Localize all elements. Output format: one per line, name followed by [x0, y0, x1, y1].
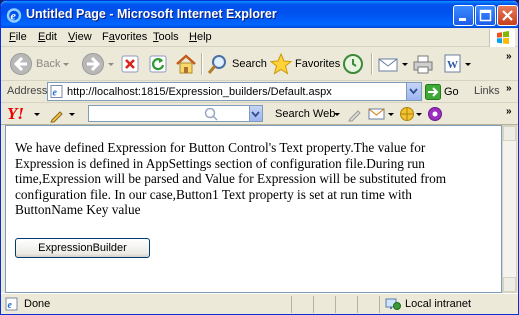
- svg-text:e: e: [53, 88, 58, 99]
- favorites-button[interactable]: Favorites: [270, 51, 340, 77]
- print-icon: [413, 55, 433, 74]
- menu-tools[interactable]: Tools: [153, 31, 179, 43]
- vertical-scrollbar[interactable]: [502, 125, 517, 293]
- pencil-menu-arrow[interactable]: [69, 113, 75, 116]
- refresh-icon: [149, 55, 167, 73]
- status-zone: Local intranet: [385, 297, 471, 311]
- minimize-button[interactable]: [453, 5, 474, 26]
- back-button[interactable]: Back: [9, 51, 70, 77]
- menu-view[interactable]: View: [68, 31, 92, 43]
- chevron-down-icon: [409, 88, 418, 95]
- print-button[interactable]: [412, 51, 434, 77]
- yahoo-toolbar: Y! Search Web »: [1, 103, 518, 125]
- ie-icon: e: [6, 8, 22, 23]
- pencil-icon[interactable]: [49, 107, 65, 123]
- status-done: e Done: [5, 297, 50, 311]
- windows-logo-icon: [489, 29, 515, 47]
- history-icon: [343, 54, 363, 74]
- go-arrow-icon: [425, 84, 441, 100]
- svg-text:W: W: [447, 59, 458, 71]
- close-button[interactable]: [497, 5, 518, 26]
- address-dropdown-button[interactable]: [406, 83, 421, 100]
- yahoo-search-dropdown[interactable]: [249, 106, 262, 121]
- refresh-button[interactable]: [149, 51, 167, 77]
- yahoo-mail-icon[interactable]: [368, 106, 386, 122]
- globe-arrow[interactable]: [416, 113, 422, 116]
- history-button[interactable]: [341, 51, 365, 77]
- yahoo-search-input[interactable]: [88, 105, 263, 122]
- window-title: Untitled Page - Microsoft Internet Explo…: [26, 7, 277, 21]
- globe-icon[interactable]: [399, 106, 415, 122]
- svg-text:e: e: [8, 300, 13, 311]
- scroll-up-button[interactable]: [503, 126, 516, 141]
- favorites-star-icon: [270, 53, 292, 75]
- browser-window: e Untitled Page - Microsoft Internet Exp…: [0, 0, 519, 315]
- menu-favorites[interactable]: Favorites: [102, 31, 147, 43]
- page-content: We have defined Expression for Button Co…: [5, 125, 502, 293]
- menu-bar: File Edit View Favorites Tools Help: [1, 28, 518, 47]
- svg-text:e: e: [11, 9, 17, 23]
- address-url: http://localhost:1815/Expression_builder…: [67, 86, 332, 98]
- status-cell: [357, 296, 379, 313]
- stop-button[interactable]: [121, 51, 139, 77]
- title-bar[interactable]: e Untitled Page - Microsoft Internet Exp…: [1, 1, 518, 28]
- maximize-icon: [479, 9, 492, 22]
- mail-icon: [378, 58, 398, 72]
- yahoo-logo[interactable]: Y!: [7, 104, 24, 124]
- search-web-button[interactable]: Search Web: [275, 108, 335, 120]
- home-button[interactable]: [175, 51, 197, 77]
- highlight-pencil-icon[interactable]: [347, 106, 363, 122]
- edit-button[interactable]: W: [444, 51, 471, 77]
- address-input[interactable]: e http://localhost:1815/Expression_build…: [47, 82, 422, 101]
- yahoo-toolbar-chevron[interactable]: »: [506, 106, 512, 117]
- status-cell: [313, 296, 335, 313]
- links-button[interactable]: Links: [474, 85, 500, 97]
- search-icon: [207, 55, 226, 74]
- yahoo-search-icon: [204, 107, 218, 121]
- address-label: Address: [7, 85, 48, 97]
- yahoo-mail-arrow[interactable]: [388, 113, 394, 116]
- page-icon: e: [5, 297, 18, 311]
- home-icon: [176, 54, 196, 74]
- yahoo-menu-arrow[interactable]: [34, 113, 40, 116]
- address-bar: Address e http://localhost:1815/Expressi…: [1, 81, 518, 103]
- toolbar-overflow-chevron[interactable]: »: [506, 51, 512, 62]
- maximize-button[interactable]: [475, 5, 496, 26]
- forward-arrow-icon: [82, 53, 104, 75]
- zone-icon: [385, 298, 401, 310]
- back-arrow-icon: [10, 53, 32, 75]
- forward-button[interactable]: [81, 51, 114, 77]
- status-bar: e Done Local intranet: [1, 293, 518, 314]
- menu-edit[interactable]: Edit: [38, 31, 57, 43]
- expression-builder-button[interactable]: ExpressionBuilder: [15, 238, 150, 258]
- menu-help[interactable]: Help: [189, 31, 212, 43]
- standard-toolbar: Back Search Favorites W »: [1, 47, 518, 81]
- links-chevron[interactable]: »: [506, 83, 512, 94]
- status-cell: [291, 296, 313, 313]
- minimize-icon: [459, 18, 466, 21]
- status-cell: [335, 296, 357, 313]
- stop-icon: [121, 55, 139, 73]
- edit-icon: W: [444, 54, 461, 73]
- search-button[interactable]: Search: [207, 51, 267, 77]
- description-paragraph: We have defined Expression for Button Co…: [15, 140, 447, 218]
- chevron-down-icon: [251, 111, 260, 118]
- close-icon: [502, 10, 513, 21]
- search-web-arrow[interactable]: [334, 113, 340, 116]
- mail-button[interactable]: [377, 51, 408, 77]
- scroll-down-button[interactable]: [503, 277, 516, 292]
- messenger-icon[interactable]: [427, 106, 443, 122]
- page-icon: e: [50, 85, 63, 98]
- go-button[interactable]: Go: [425, 83, 459, 101]
- menu-file[interactable]: File: [9, 31, 27, 43]
